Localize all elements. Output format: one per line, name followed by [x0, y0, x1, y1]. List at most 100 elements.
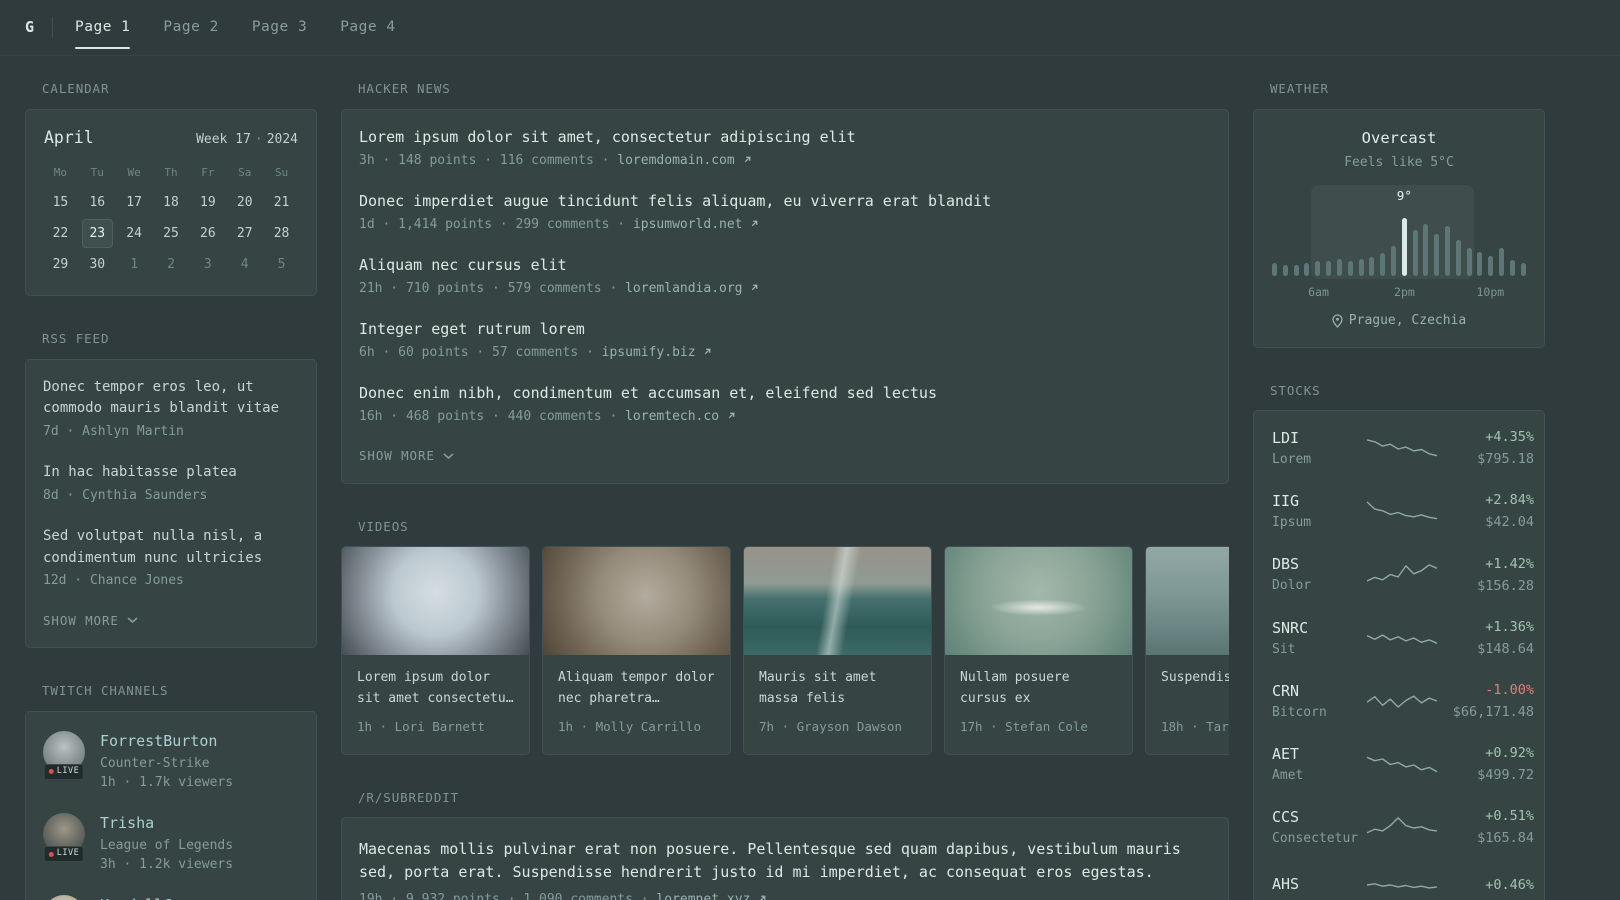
hn-item-title[interactable]: Aliquam nec cursus elit	[359, 255, 1211, 276]
video-title[interactable]: Suspendisse diam	[1161, 667, 1229, 709]
calendar-day: 3	[203, 257, 212, 273]
stocks-card: LDI Lorem +4.35% $795.18 IIG Ipsum +2.84% $42.0…	[1253, 410, 1545, 900]
video-card[interactable]: Lorem ipsum dolor sit amet consectetu… 1h…	[341, 546, 530, 755]
app-logo[interactable]: G	[25, 0, 34, 55]
stock-row[interactable]: SNRC Sit +1.36% $148.64	[1270, 607, 1534, 670]
stock-values: +0.51% $165.84	[1438, 807, 1534, 848]
calendar-day: 1	[130, 257, 139, 273]
rss-item-title[interactable]: Sed volutpat nulla nisl, a condimentum n…	[43, 526, 299, 569]
stocks-widget: STOCKS LDI Lorem +4.35% $795.18 IIG Ipsum +2.8…	[1253, 382, 1545, 900]
video-title[interactable]: Nullam posuere cursus ex	[960, 667, 1117, 709]
hn-item-link[interactable]: loremtech.co	[625, 409, 736, 424]
hn-item: Integer eget rutrum lorem 6h · 60 points …	[359, 319, 1211, 362]
calendar-day-selected: 23	[81, 219, 113, 249]
calendar-header: April Week 17 · 2024	[42, 124, 300, 161]
channel-name[interactable]: ForrestBurton	[100, 731, 233, 752]
tab-page-3[interactable]: Page 3	[252, 0, 307, 55]
twitch-channel[interactable]: LIVE Trisha League of Legends 3h · 1.2k vie…	[43, 812, 299, 874]
external-link-icon	[728, 412, 735, 419]
calendar-day-header: Th	[164, 165, 178, 179]
video-meta: 17h · Stefan Cole	[960, 719, 1088, 735]
hn-item: Donec enim nibh, condimentum et accumsan…	[359, 383, 1211, 426]
temperature-bar	[1434, 234, 1440, 277]
video-title[interactable]: Aliquam tempor dolor nec pharetra…	[558, 667, 715, 709]
location-pin-icon	[1332, 314, 1343, 329]
stock-row[interactable]: AET Amet +0.92% $499.72	[1270, 733, 1534, 796]
stock-sparkline	[1366, 756, 1438, 772]
external-link-icon	[752, 220, 758, 226]
stock-name: Amet	[1272, 768, 1304, 783]
post-link[interactable]: loremnet.xyz	[656, 892, 767, 900]
temperature-bar-current	[1401, 218, 1407, 277]
twitch-card: LIVE ForrestBurton Counter-Strike 1h · 1.7k…	[25, 710, 317, 900]
channel-name[interactable]: Trisha	[100, 813, 233, 834]
stock-symbol: AET	[1272, 745, 1300, 763]
video-card[interactable]: Mauris sit amet massa felis 7h · Grayson …	[743, 546, 932, 755]
stock-info: LDI Lorem	[1272, 428, 1366, 469]
video-title[interactable]: Mauris sit amet massa felis	[759, 667, 916, 709]
video-card[interactable]: Nullam posuere cursus ex 17h · Stefan Col…	[944, 546, 1133, 755]
hn-item-title[interactable]: Lorem ipsum dolor sit amet, consectetur …	[359, 127, 1211, 148]
stock-row[interactable]: AHS +0.46%	[1270, 859, 1534, 900]
subreddit-list: Maecenas mollis pulvinar erat non posuer…	[341, 817, 1229, 900]
calendar-card: April Week 17 · 2024 Mo Tu We Th Fr Sa Su 15 16 17…	[25, 108, 317, 297]
weather-widget: WEATHER Overcast Feels like 5°C 9° 6am 2p…	[1253, 80, 1545, 348]
hn-item-title[interactable]: Donec imperdiet augue tincidunt felis al…	[359, 191, 1211, 212]
hour-label: 10pm	[1476, 285, 1505, 300]
calendar-day: 30	[89, 257, 106, 273]
live-dot-icon	[48, 851, 54, 857]
stock-row[interactable]: CRN Bitcorn -1.00% $66,171.48	[1270, 670, 1534, 733]
tab-page-1[interactable]: Page 1	[75, 0, 131, 55]
hn-item-link[interactable]: ipsumworld.net	[633, 217, 759, 232]
subreddit-widget-title: /R/SUBREDDIT	[358, 789, 460, 805]
stock-row[interactable]: CCS Consectetur +0.51% $165.84	[1270, 796, 1534, 859]
weather-condition: Overcast	[1361, 128, 1437, 147]
videos-widget: VIDEOS Lorem ipsum dolor sit amet consec…	[341, 518, 1229, 755]
live-label: LIVE	[56, 848, 80, 859]
show-more-button[interactable]: SHOW MORE	[43, 612, 299, 630]
stock-row[interactable]: IIG Ipsum +2.84% $42.04	[1270, 480, 1534, 543]
stock-symbol: SNRC	[1272, 618, 1309, 637]
hn-item-link[interactable]: loremdomain.com	[617, 153, 751, 168]
twitch-channel[interactable]: KendallCarr	[43, 895, 299, 900]
rss-item-title[interactable]: In hac habitasse platea	[43, 462, 299, 484]
twitch-channel[interactable]: LIVE ForrestBurton Counter-Strike 1h · 1.7k…	[43, 730, 299, 792]
hn-item-meta: 16h · 468 points · 440 comments · loremt…	[359, 408, 1211, 426]
video-card[interactable]: Aliquam tempor dolor nec pharetra… 1h · M…	[542, 546, 731, 755]
calendar-day: 28	[273, 226, 290, 242]
avatar: LIVE	[43, 730, 85, 780]
weather-chart: 9°	[1272, 185, 1526, 280]
stock-row[interactable]: LDI Lorem +4.35% $795.18	[1270, 417, 1534, 480]
stock-row[interactable]: DBS Dolor +1.42% $156.28	[1270, 543, 1534, 606]
channel-name[interactable]: KendallCarr	[100, 895, 199, 900]
stock-info: AHS	[1272, 874, 1366, 897]
right-column: WEATHER Overcast Feels like 5°C 9° 6am 2p…	[1253, 80, 1545, 900]
stock-change: +0.51%	[1485, 808, 1534, 825]
calendar-year: 2024	[266, 131, 298, 147]
video-card[interactable]: Suspendisse diam 18h · Tara	[1145, 546, 1229, 755]
external-link-icon	[705, 348, 711, 355]
post-title[interactable]: Maecenas mollis pulvinar erat non posuer…	[359, 838, 1211, 883]
rss-card: Donec tempor eros leo, ut commodo mauris…	[25, 358, 317, 649]
post-meta: 19h · 9,932 points · 1,090 comments · lo…	[359, 891, 1211, 900]
stock-values: +1.42% $156.28	[1438, 555, 1534, 596]
peak-temp-label: 9°	[1396, 188, 1412, 204]
hackernews-widget-title: HACKER NEWS	[358, 81, 451, 96]
show-more-button[interactable]: SHOW MORE	[359, 447, 1211, 465]
tab-page-2[interactable]: Page 2	[163, 0, 218, 55]
tab-page-4[interactable]: Page 4	[340, 0, 395, 55]
hn-item-link[interactable]: loremlandia.org	[625, 281, 759, 296]
calendar-day-header: Su	[274, 165, 289, 179]
hn-item-link[interactable]: ipsumify.biz	[602, 345, 713, 360]
video-title[interactable]: Lorem ipsum dolor sit amet consectetu…	[357, 667, 514, 709]
rss-item-title[interactable]: Donec tempor eros leo, ut commodo mauris…	[43, 377, 299, 420]
external-link-icon	[744, 156, 750, 162]
hn-item-title[interactable]: Integer eget rutrum lorem	[359, 319, 1211, 340]
hour-label: 6am	[1308, 285, 1329, 300]
stock-price: $795.18	[1477, 451, 1534, 468]
content-columns: CALENDAR April Week 17 · 2024 Mo Tu We Th Fr Sa…	[0, 56, 1620, 900]
hn-item-title[interactable]: Donec enim nibh, condimentum et accumsan…	[359, 383, 1211, 404]
channel-game: Counter-Strike	[100, 755, 210, 771]
hn-item-stats: 16h · 468 points · 440 comments ·	[359, 409, 626, 425]
hn-item-meta: 3h · 148 points · 116 comments · loremdo…	[359, 152, 1211, 170]
